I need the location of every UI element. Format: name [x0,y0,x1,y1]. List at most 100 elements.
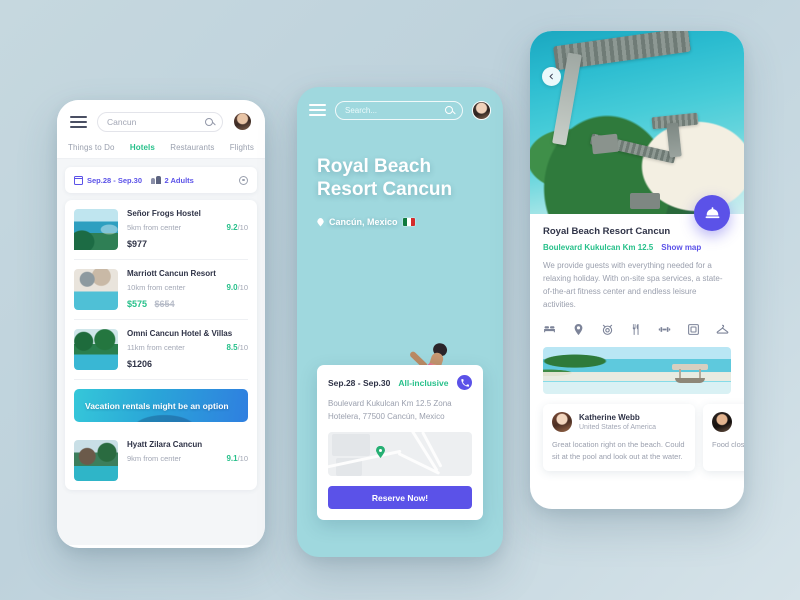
hero-image [530,31,744,214]
search-input[interactable]: Cancun [97,111,223,132]
hotel-location: Cancún, Mexico [317,217,415,227]
hotel-score-suffix: /10 [237,283,248,292]
hotel-location-label: Cancún, Mexico [329,217,398,227]
hotel-name: Hyatt Zilara Cancun [127,440,203,449]
hotel-score-suffix: /10 [237,223,248,232]
hotel-score: 9.2 [226,223,238,232]
hotel-price: $977 [127,239,148,249]
review-text: Great location right on the beach. Could… [552,439,685,461]
bed-icon[interactable] [543,323,556,336]
table-row[interactable]: Señor Frogs Hostel 5km from center 9.2/1… [74,200,248,260]
hotel-thumbnail [74,329,118,370]
dumbbell-icon[interactable] [658,323,671,336]
calendar-icon [74,175,83,185]
guests-filter-label: 2 Adults [164,175,194,185]
hotel-distance: 10km from center [127,283,186,292]
booking-address: Boulevard Kukulcan Km 12.5 Zona Hotelera… [328,399,452,421]
tab-hotels[interactable]: Hotels [130,143,155,152]
review-card[interactable]: Katherine Webb United States of America … [543,403,695,471]
television-icon[interactable] [687,323,700,336]
search-input-value: Cancun [107,116,137,127]
table-row[interactable]: Marriott Cancun Resort 10km from center … [74,260,248,320]
laundry-hanger-icon[interactable] [716,323,729,336]
promo-banner[interactable]: Vacation rentals might be an option [74,389,248,422]
hotel-distance: 11km from center [127,343,185,352]
people-icon [151,176,161,184]
category-tabs: Things to Do Hotels Restaurants Flights [57,143,265,159]
hamburger-menu-icon[interactable] [309,104,326,116]
hotel-list-card: Señor Frogs Hostel 5km from center 9.2/1… [65,200,257,490]
avatar [552,411,572,432]
avatar[interactable] [233,112,252,131]
reserve-button[interactable]: Reserve Now! [328,486,472,509]
hotel-thumbnail [74,269,118,310]
hamburger-menu-icon[interactable] [70,115,87,128]
hotel-name: Señor Frogs Hostel [127,209,201,218]
phone-hotel-detail: Royal Beach Resort Cancun Boulevard Kuku… [530,31,744,509]
booking-dates: Sep.28 - Sep.30 [328,377,391,388]
address-row: Boulevard Kukulcan Km 12.5 Show map [543,243,731,252]
hotel-price: $1206 [127,359,153,369]
date-filter-label: Sep.28 - Sep.30 [87,175,143,185]
search-icon [445,106,453,114]
location-pin-icon[interactable] [572,323,585,336]
booking-card-header: Sep.28 - Sep.30 All-inclusive [328,375,472,391]
reviewer-name: Katherine Webb [579,412,640,422]
hotel-description: We provide guests with everything needed… [543,261,723,309]
reviewer-country: United States of America [579,423,657,431]
map-preview[interactable] [328,432,472,476]
hotel-score-suffix: /10 [237,454,248,463]
gallery-photo[interactable] [543,346,731,394]
status-badge: 9.1/10 [226,454,248,463]
hotel-score-suffix: /10 [237,343,248,352]
reviews-row: Katherine Webb United States of America … [543,403,744,471]
phone-hotel-hero: Search... Royal Beach Resort Cancun Canc… [297,87,503,557]
show-map-link[interactable]: Show map [661,243,701,252]
date-filter[interactable]: Sep.28 - Sep.30 [74,175,143,185]
location-pin-icon [317,218,324,227]
service-bell-icon [705,206,719,218]
hotel-score: 9.0 [226,283,238,292]
status-badge: All-inclusive [398,377,449,388]
restaurant-icon[interactable] [629,323,642,336]
hotel-address: Boulevard Kukulcan Km 12.5 [543,243,654,252]
avatar [712,411,732,432]
review-text: Food close. [712,439,744,449]
hotel-price: $575 $654 [127,299,248,309]
guests-filter[interactable]: 2 Adults [151,176,194,185]
tab-things-to-do[interactable]: Things to Do [68,143,115,152]
phone-hotel-list: Cancun Things to Do Hotels Restaurants F… [57,100,265,548]
table-row[interactable]: Hyatt Zilara Cancun 9km from center 9.1/… [74,431,248,490]
table-row[interactable]: Omni Cancun Hotel & Villas 11km from cen… [74,320,248,380]
tab-restaurants[interactable]: Restaurants [170,143,214,152]
service-bell-button[interactable] [694,195,730,231]
hotel-list-body: Sep.28 - Sep.30 2 Adults Señor Frogs Hos… [57,159,265,545]
detail-body: Royal Beach Resort Cancun Boulevard Kuku… [530,214,744,471]
hotel-name: Omni Cancun Hotel & Villas [127,329,233,338]
review-card[interactable]: Food close. [703,403,744,471]
status-badge: 9.0/10 [226,283,248,292]
hotel-name: Marriott Cancun Resort [127,269,216,278]
phone-icon[interactable] [457,375,472,391]
left-header: Cancun [57,100,265,143]
status-badge: 8.5/10 [226,343,248,352]
hotel-score: 9.1 [226,454,238,463]
status-badge: 9.2/10 [226,223,248,232]
mexico-flag-icon [402,218,415,226]
search-icon [205,117,213,126]
avatar[interactable] [472,100,491,120]
back-button[interactable] [542,67,561,86]
alarm-clock-icon[interactable] [601,323,614,336]
tab-flights[interactable]: Flights [230,143,254,152]
hotel-thumbnail [74,440,118,481]
search-input[interactable]: Search... [335,100,463,120]
hotel-price-old: $654 [154,299,175,309]
filter-bar: Sep.28 - Sep.30 2 Adults [65,167,257,193]
hotel-score: 8.5 [226,343,238,352]
hotel-distance: 5km from center [127,223,182,232]
search-input-placeholder: Search... [345,105,378,115]
page-title: Royal Beach Resort Cancun [317,156,453,201]
hotel-distance: 9km from center [127,454,182,463]
amenities-row [543,323,731,336]
gear-icon[interactable] [239,175,248,185]
